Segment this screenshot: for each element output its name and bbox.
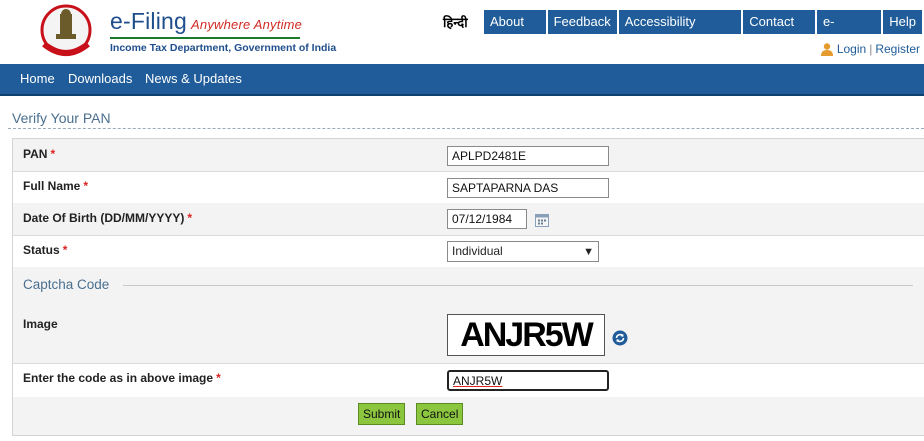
brand-underline xyxy=(110,37,300,39)
required-mark: * xyxy=(83,179,89,193)
dob-label: Date Of Birth (DD/MM/YYYY) * xyxy=(23,211,192,225)
captcha-image: ANJR5W xyxy=(447,314,605,356)
required-mark: * xyxy=(187,211,193,225)
login-register: Login | Register xyxy=(820,42,920,56)
captcha-code-row: Enter the code as in above image * xyxy=(13,363,924,398)
status-selected-value: Individual xyxy=(452,244,503,258)
fullname-input[interactable] xyxy=(447,178,609,198)
main-nav: Home Downloads News & Updates xyxy=(0,64,924,96)
hindi-language-link[interactable]: हिन्दी xyxy=(443,13,468,31)
top-nav-feedback[interactable]: Feedback xyxy=(547,10,617,34)
required-mark: * xyxy=(216,371,221,385)
register-link[interactable]: Register xyxy=(875,42,920,56)
login-link[interactable]: Login xyxy=(837,42,866,56)
brand-title-text: e-Filing xyxy=(110,8,188,34)
status-row: Status * Individual ▼ xyxy=(13,235,924,268)
main-nav-downloads[interactable]: Downloads xyxy=(68,64,132,94)
user-icon xyxy=(820,43,833,56)
top-nav-help[interactable]: Help xyxy=(883,10,922,34)
site-title: e-Filing Anywhere Anytime xyxy=(110,8,302,35)
dob-input[interactable] xyxy=(447,209,527,229)
dob-row: Date Of Birth (DD/MM/YYYY) * xyxy=(13,203,924,236)
fullname-label: Full Name * xyxy=(23,179,88,193)
status-select[interactable]: Individual ▼ xyxy=(447,241,599,262)
top-nav-e-nivaran[interactable]: e-Nivaran xyxy=(816,10,882,53)
top-nav-contact-us[interactable]: Contact Us xyxy=(743,10,815,53)
pan-label-text: PAN xyxy=(23,147,48,161)
verify-pan-form: PAN* Full Name* Date Of Birth (DD/MM/YYY… xyxy=(12,138,924,436)
fullname-label-text: Full Name xyxy=(23,179,81,193)
captcha-code-label-text: Enter the code as in above image xyxy=(23,371,214,385)
captcha-image-row: Image ANJR5W xyxy=(13,305,924,364)
submit-button[interactable]: Submit xyxy=(358,403,406,425)
captcha-code-input[interactable] xyxy=(447,370,609,391)
form-actions: Submit Cancel xyxy=(13,397,924,435)
national-emblem-icon xyxy=(40,4,92,56)
brand-tagline: Anywhere Anytime xyxy=(191,17,303,32)
login-separator: | xyxy=(869,42,873,56)
pan-row: PAN * xyxy=(13,139,924,172)
pan-input[interactable] xyxy=(447,146,609,166)
calendar-icon[interactable] xyxy=(535,213,549,227)
captcha-heading: Captcha Code xyxy=(23,277,116,292)
captcha-heading-row: Captcha Code xyxy=(13,267,924,306)
required-mark: * xyxy=(62,243,68,257)
section-divider xyxy=(8,128,924,129)
brand-subtitle: Income Tax Department, Government of Ind… xyxy=(110,42,337,54)
captcha-image-label: Image xyxy=(23,317,58,331)
captcha-divider xyxy=(123,285,913,286)
chevron-down-icon: ▼ xyxy=(583,246,594,258)
site-header: e-Filing Anywhere Anytime Income Tax Depa… xyxy=(0,0,924,64)
top-nav: About Us Feedback Accessibility Options … xyxy=(484,10,924,53)
top-nav-about-us[interactable]: About Us xyxy=(484,10,546,53)
main-nav-news-updates[interactable]: News & Updates xyxy=(145,64,242,94)
pan-label: PAN * xyxy=(23,147,55,161)
dob-label-text: Date Of Birth (DD/MM/YYYY) xyxy=(23,211,185,225)
required-mark: * xyxy=(50,147,56,161)
page-title: Verify Your PAN xyxy=(12,110,111,126)
status-label: Status * xyxy=(23,243,67,257)
captcha-code-label: Enter the code as in above image * xyxy=(23,371,221,385)
fullname-row: Full Name * xyxy=(13,171,924,204)
top-nav-accessibility-options[interactable]: Accessibility Options xyxy=(618,10,742,53)
main-nav-home[interactable]: Home xyxy=(20,64,55,94)
cancel-button[interactable]: Cancel xyxy=(416,403,464,425)
refresh-icon[interactable] xyxy=(612,330,628,346)
status-label-text: Status xyxy=(23,243,60,257)
